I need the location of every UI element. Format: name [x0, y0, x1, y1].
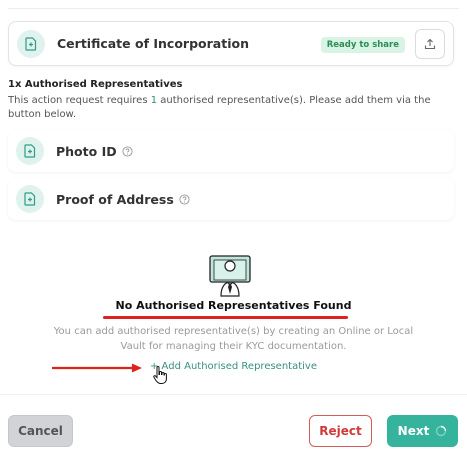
annotation-arrow [52, 361, 144, 379]
proof-of-address-title: Proof of Address [56, 191, 174, 207]
certificate-card[interactable]: Certificate of Incorporation Ready to sh… [8, 21, 454, 66]
empty-state-description: You can add authorised representative(s)… [53, 326, 414, 352]
cancel-button[interactable]: Cancel [8, 415, 73, 447]
proof-of-address-card[interactable]: Proof of Address [8, 178, 454, 220]
document-icon [16, 185, 44, 213]
upload-icon [424, 38, 436, 50]
photo-id-card[interactable]: Photo ID [8, 130, 454, 172]
top-divider [8, 8, 459, 9]
share-button[interactable] [415, 29, 445, 59]
photo-id-title: Photo ID [56, 143, 117, 159]
next-button-label: Next [397, 424, 430, 438]
help-circle-icon[interactable] [179, 193, 190, 205]
help-circle-icon[interactable] [122, 145, 133, 157]
representatives-heading: 1x Authorised Representatives [8, 79, 183, 90]
certificate-title: Certificate of Incorporation [57, 36, 249, 51]
hand-cursor-icon [153, 366, 167, 389]
next-button[interactable]: Next [387, 415, 458, 447]
footer-divider [0, 394, 467, 395]
add-representative-link[interactable]: + Add Authorised Representative [150, 361, 317, 372]
status-badge: Ready to share [320, 37, 405, 53]
representative-illustration-icon [208, 254, 252, 303]
document-icon [17, 29, 45, 58]
document-icon [16, 137, 44, 165]
reject-button[interactable]: Reject [309, 415, 372, 447]
empty-state-title: No Authorised Representatives Found [115, 299, 352, 312]
spinner-icon [435, 425, 447, 437]
annotation-underline [103, 316, 348, 319]
representatives-description: This action request requires 1 authorise… [8, 95, 431, 120]
